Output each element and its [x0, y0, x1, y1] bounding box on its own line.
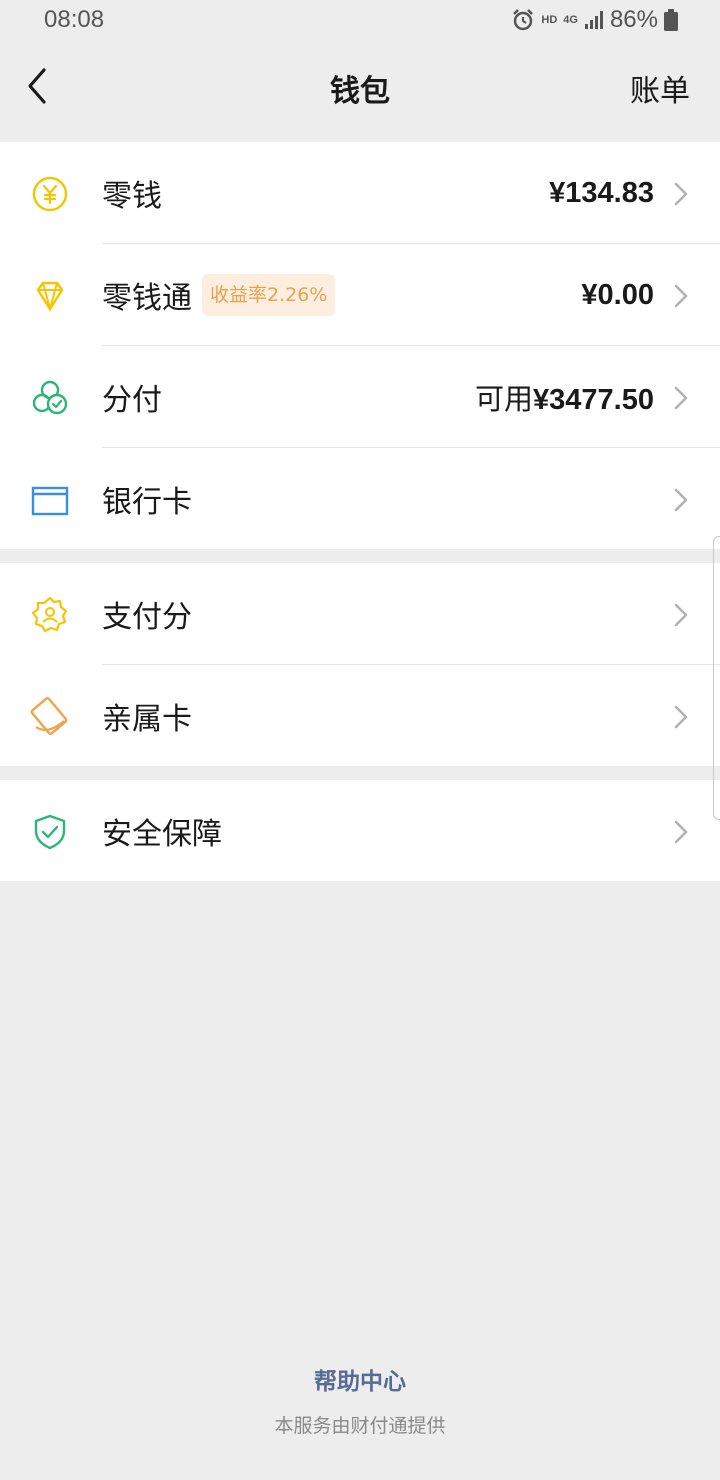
provider-note: 本服务由财付通提供 — [274, 1415, 446, 1437]
row-label: 安全保障 — [102, 816, 222, 852]
balance-value: ¥134.83 — [549, 176, 654, 209]
battery-percent: 86% — [609, 6, 658, 33]
balance-value: ¥0.00 — [581, 278, 654, 311]
hd-indicator: HD — [541, 14, 558, 26]
bill-button[interactable]: 账单 — [630, 66, 690, 110]
row-security[interactable]: 安全保障 — [0, 780, 720, 881]
wallet-group-secondary: 支付分 亲属卡 — [0, 563, 720, 766]
row-change[interactable]: 零钱 ¥134.83 — [0, 142, 720, 244]
wallet-group-security: 安全保障 — [0, 780, 720, 881]
chevron-right-icon — [674, 603, 688, 627]
battery-icon — [664, 9, 678, 31]
credit-amount: ¥3477.50 — [533, 384, 654, 416]
yield-rate-badge: 收益率2.26% — [202, 274, 336, 316]
help-center-link[interactable]: 帮助中心 — [0, 1362, 720, 1396]
clover-check-icon — [32, 380, 68, 415]
signal-icon — [584, 11, 603, 29]
chevron-right-icon — [674, 488, 688, 512]
row-label: 银行卡 — [102, 484, 192, 520]
chevron-right-icon — [674, 284, 688, 308]
edge-scroll-handle[interactable] — [713, 536, 720, 820]
chevron-right-icon — [674, 705, 688, 729]
row-label: 零钱通 — [102, 281, 192, 316]
status-bar: 08:08 HD 4G 86% — [0, 0, 720, 42]
row-label: 支付分 — [102, 600, 192, 635]
page-title: 钱包 — [330, 74, 390, 109]
row-change-plus[interactable]: 零钱通 收益率2.26% ¥0.00 — [0, 244, 720, 346]
chevron-right-icon — [674, 820, 688, 844]
credit-available-value: 可用¥3477.50 — [475, 376, 654, 418]
wallet-group-primary: 零钱 ¥134.83 零钱通 收益率2.26% ¥0.00 分付 可用¥3477… — [0, 142, 720, 549]
badge-person-icon — [31, 596, 68, 633]
row-label: 亲属卡 — [102, 701, 192, 737]
available-prefix: 可用 — [475, 382, 534, 416]
network-type: 4G — [563, 14, 578, 26]
row-label: 零钱 — [102, 179, 162, 214]
status-time: 08:08 — [44, 6, 105, 33]
alarm-icon — [513, 9, 534, 31]
status-icons: HD 4G 86% — [511, 6, 678, 34]
row-pay-score[interactable]: 支付分 — [0, 563, 720, 665]
row-family-card[interactable]: 亲属卡 — [0, 665, 720, 766]
shield-check-icon — [34, 814, 66, 850]
row-fenfu[interactable]: 分付 可用¥3477.50 — [0, 346, 720, 448]
row-bank-card[interactable]: 银行卡 — [0, 448, 720, 549]
nav-bar: 钱包 账单 — [0, 42, 720, 130]
row-label: 分付 — [102, 383, 162, 418]
family-card-icon — [30, 697, 68, 735]
chevron-right-icon — [674, 386, 688, 410]
yuan-coin-icon — [32, 176, 68, 212]
bank-card-icon — [31, 486, 69, 516]
chevron-right-icon — [674, 182, 688, 206]
diamond-icon — [36, 281, 64, 313]
